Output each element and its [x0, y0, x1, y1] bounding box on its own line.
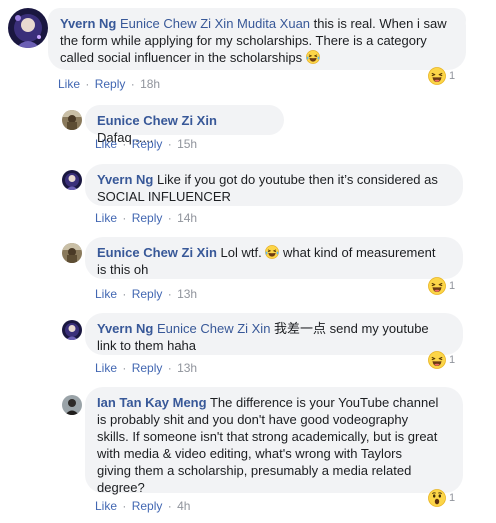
avatar-yvern-ng[interactable] [62, 170, 82, 190]
comment-text: link to them haha [97, 338, 197, 353]
comment-author[interactable]: Ian Tan Kay Meng [97, 395, 207, 410]
comment-bubble: Ian Tan Kay Meng The difference is your … [85, 387, 463, 495]
reply-button[interactable]: Reply [95, 77, 126, 91]
like-button[interactable]: Like [95, 499, 117, 513]
avatar-image [62, 110, 82, 130]
avatar-ian-tan-kay-meng[interactable] [62, 395, 82, 415]
tears-of-joy-emoji-icon [305, 50, 320, 64]
separator: · [122, 361, 127, 375]
comment-text: 我差一点 send my youtube [270, 321, 429, 336]
avatar-image [62, 395, 82, 415]
comment-actions: Like · Reply · 13h [95, 361, 197, 375]
mention-link[interactable]: Eunice Chew Zi Xin Mudita Xuan [120, 16, 310, 31]
separator: · [122, 499, 127, 513]
separator: · [167, 211, 172, 225]
comment-timestamp[interactable]: 14h [177, 211, 197, 225]
comment-text: The difference is your YouTube channel [209, 395, 439, 410]
avatar-yvern-ng[interactable] [8, 8, 48, 48]
avatar-image [8, 8, 48, 48]
reaction-summary[interactable]: 1 [428, 350, 455, 370]
separator: · [167, 287, 172, 301]
separator: · [167, 499, 172, 513]
avatar-image [62, 320, 82, 340]
avatar-image [62, 243, 82, 263]
like-button[interactable]: Like [95, 287, 117, 301]
comment-text: is probably shit and you don't have good… [97, 412, 409, 427]
haha-reaction-icon [428, 67, 446, 85]
reaction-count: 1 [449, 280, 456, 292]
comment-actions: Like · Reply · 4h [95, 499, 190, 513]
reply-button[interactable]: Reply [132, 211, 163, 225]
comment-author[interactable]: Yvern Ng [60, 16, 116, 31]
comment-text: giving them a scholarship, presumably a … [97, 463, 412, 478]
avatar-eunice-chew-zi-xin[interactable] [62, 110, 82, 130]
reaction-count: 1 [449, 354, 456, 366]
comment-timestamp[interactable]: 13h [177, 361, 197, 375]
reply-button[interactable]: Reply [132, 137, 163, 151]
comment-actions: Like · Reply · 13h [95, 287, 197, 301]
avatar-image [62, 170, 82, 190]
like-button[interactable]: Like [95, 361, 117, 375]
comment-text: what kind of measurement [282, 245, 436, 260]
comment-text: SOCIAL INFLUENCER [97, 189, 231, 204]
comment-author[interactable]: Yvern Ng [97, 172, 153, 187]
reply-button[interactable]: Reply [132, 361, 163, 375]
separator: · [122, 211, 127, 225]
comment-actions: Like · Reply · 15h [95, 137, 197, 151]
comment-actions: Like · Reply · 14h [95, 211, 197, 225]
like-button[interactable]: Like [95, 211, 117, 225]
comment-author[interactable]: Eunice Chew Zi Xin [97, 113, 217, 128]
reaction-count: 1 [449, 492, 456, 504]
separator: · [122, 137, 127, 151]
tears-of-joy-emoji-icon [265, 245, 280, 259]
wow-reaction-icon [428, 489, 446, 507]
comment-timestamp[interactable]: 13h [177, 287, 197, 301]
reply-button[interactable]: Reply [132, 287, 163, 301]
haha-reaction-icon [428, 351, 446, 369]
comment-text: Like if you got do youtube then it’s con… [156, 172, 438, 187]
comment-text: the form while applying for my scholarsh… [60, 33, 427, 48]
comment-bubble: Yvern Ng Eunice Chew Zi Xin 我差一点 send my… [85, 313, 463, 355]
comment-text: called social influencer in the scholars… [60, 50, 303, 65]
avatar-yvern-ng[interactable] [62, 320, 82, 340]
haha-reaction-icon [428, 277, 446, 295]
comment-text: this is real. When i saw [310, 16, 447, 31]
separator: · [85, 77, 90, 91]
mention-link[interactable]: Eunice Chew Zi Xin [157, 321, 270, 336]
like-button[interactable]: Like [58, 77, 80, 91]
separator: · [122, 287, 127, 301]
comment-bubble-head: Yvern Ng Eunice Chew Zi Xin Mudita Xuan … [48, 8, 466, 32]
avatar-eunice-chew-zi-xin[interactable] [62, 243, 82, 263]
comment-timestamp[interactable]: 18h [140, 77, 160, 91]
comment-timestamp[interactable]: 4h [177, 499, 190, 513]
reply-button[interactable]: Reply [132, 499, 163, 513]
comment-text: with media & video editing, what's wrong… [97, 446, 402, 461]
reaction-summary[interactable]: 1 [428, 488, 455, 508]
comment-author[interactable]: Eunice Chew Zi Xin [97, 245, 217, 260]
separator: · [167, 137, 172, 151]
comment-timestamp[interactable]: 15h [177, 137, 197, 151]
comment-text: Lol wtf. [220, 245, 262, 260]
comment-bubble: Yvern Ng Like if you got do youtube then… [85, 164, 463, 206]
comment-bubble: Eunice Chew Zi Xin Dafaq...... [85, 105, 284, 145]
comment-text: skills. If someone isn't that strong aca… [97, 429, 438, 444]
comment-text: degree? [97, 480, 145, 495]
reaction-summary[interactable]: 1 [428, 66, 455, 86]
comment-bubble: Eunice Chew Zi Xin Lol wtf. what kind of… [85, 237, 463, 279]
like-button[interactable]: Like [95, 137, 117, 151]
comment-author[interactable]: Yvern Ng [97, 321, 153, 336]
separator: · [167, 361, 172, 375]
reaction-count: 1 [449, 70, 456, 82]
comment-actions: Like · Reply · 18h [58, 77, 160, 91]
separator: · [130, 77, 135, 91]
comment-text: is this oh [97, 262, 149, 277]
reaction-summary[interactable]: 1 [428, 276, 455, 296]
